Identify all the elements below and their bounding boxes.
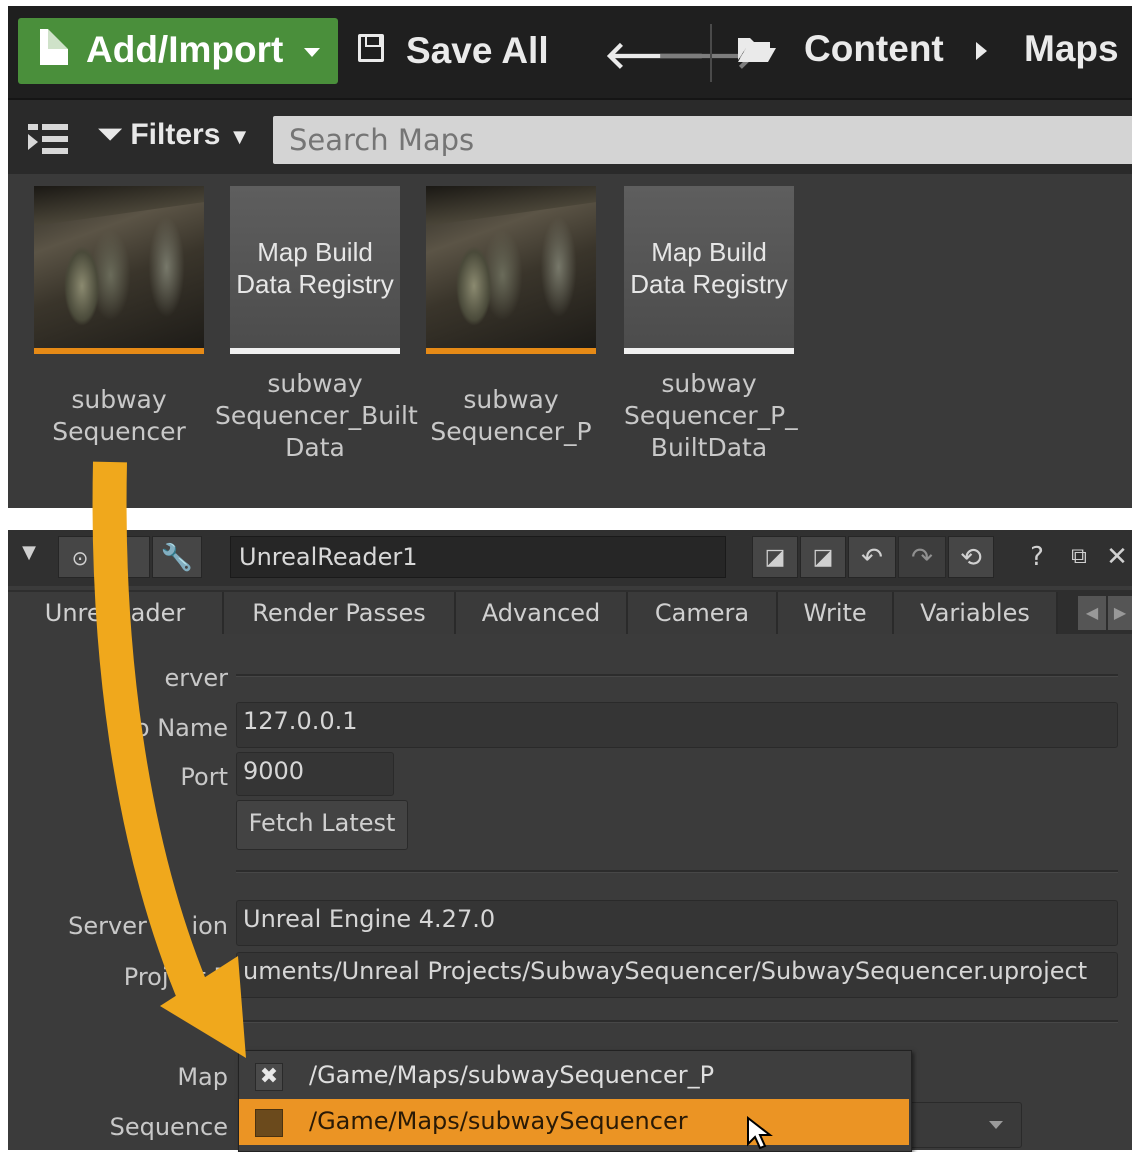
sources-panel-toggle-icon[interactable] bbox=[26, 122, 70, 156]
tab-render-passes[interactable]: Render Passes bbox=[224, 592, 456, 634]
folder-open-icon[interactable] bbox=[736, 34, 776, 64]
tile-color-icon: ◪ bbox=[764, 545, 786, 570]
fetch-latest-button[interactable]: Fetch Latest bbox=[236, 800, 408, 850]
project-path-field: uments/Unreal Projects/SubwaySequencer/S… bbox=[236, 952, 1118, 998]
asset-name: subway Sequencer_P_ BuiltData bbox=[624, 369, 798, 462]
toolbar-divider bbox=[710, 24, 712, 82]
asset-thumbnail bbox=[426, 186, 596, 348]
asset-tile[interactable]: subway Sequencer bbox=[34, 186, 204, 448]
server-section-label: erver bbox=[164, 664, 228, 692]
section-divider bbox=[236, 674, 1118, 677]
asset-tile[interactable]: subway Sequencer_P bbox=[426, 186, 596, 448]
asset-type-strip bbox=[426, 348, 596, 354]
font-color-icon: ◪ bbox=[812, 545, 834, 570]
asset-name: subway Sequencer_Built Data bbox=[215, 369, 418, 462]
close-icon[interactable]: ✕ bbox=[1102, 536, 1132, 578]
collapse-triangle-icon[interactable]: ▼ bbox=[14, 532, 44, 574]
asset-type-strip bbox=[624, 348, 794, 354]
chevron-down-icon: ▼ bbox=[228, 124, 251, 149]
map-option-label: /Game/Maps/subwaySequencer_P bbox=[309, 1061, 715, 1089]
revert-icon: ⟲ bbox=[960, 543, 982, 573]
node-name-field[interactable]: UnrealReader1 bbox=[230, 536, 726, 578]
asset-tile[interactable]: Map Build Data Registry subway Sequencer… bbox=[624, 186, 798, 464]
host-name-label: Ho Name bbox=[116, 714, 228, 742]
tab-variables[interactable]: Variables bbox=[894, 592, 1058, 634]
add-import-label: Add/Import bbox=[86, 29, 284, 70]
tile-color-button[interactable]: ◪ bbox=[752, 536, 798, 578]
filter-funnel-icon: ⏷ bbox=[98, 118, 122, 151]
map-option-highlighted[interactable]: /Game/Maps/subwaySequencer bbox=[239, 1099, 909, 1145]
section-divider bbox=[236, 870, 1118, 873]
search-maps-input[interactable] bbox=[273, 116, 1132, 164]
add-import-button[interactable]: Add/Import bbox=[18, 18, 338, 84]
map-option[interactable]: ✖ /Game/Maps/subwaySequencer_P bbox=[239, 1053, 909, 1099]
tab-write[interactable]: Write bbox=[778, 592, 894, 634]
breadcrumb-content[interactable]: Content bbox=[804, 28, 944, 70]
asset-name: subway Sequencer_P bbox=[430, 385, 592, 446]
redo-button[interactable]: ↷ bbox=[898, 536, 946, 578]
sequence-label: Sequence bbox=[109, 1113, 228, 1141]
map-dropdown-menu: ✖ /Game/Maps/subwaySequencer_P /Game/Map… bbox=[238, 1050, 912, 1152]
tab-camera[interactable]: Camera bbox=[628, 592, 778, 634]
revert-button[interactable]: ⟲ bbox=[948, 536, 994, 578]
wrench-icon: 🔧 bbox=[160, 543, 194, 573]
settings-button[interactable]: 🔧 bbox=[152, 536, 202, 578]
center-node-button[interactable]: ⊙ bbox=[58, 536, 102, 578]
asset-thumbnail: Map Build Data Registry bbox=[230, 186, 400, 348]
tab-unreal-reader[interactable]: Unreal ader bbox=[8, 592, 224, 634]
asset-thumbnail bbox=[34, 186, 204, 348]
section-divider bbox=[236, 1020, 1118, 1023]
properties-tabs: Unreal ader Render Passes Advanced Camer… bbox=[8, 590, 1132, 634]
font-color-button[interactable]: ◪ bbox=[800, 536, 846, 578]
save-icon bbox=[358, 34, 384, 62]
tabs-scroll-left-icon[interactable]: ◀ bbox=[1078, 596, 1106, 630]
filters-label: Filters bbox=[130, 118, 221, 151]
undo-icon: ↶ bbox=[861, 543, 883, 573]
breadcrumb-maps[interactable]: Maps bbox=[1024, 28, 1119, 70]
float-panel-icon[interactable]: ⧉ bbox=[1064, 536, 1094, 578]
help-icon[interactable]: ? bbox=[1022, 536, 1052, 578]
checkbox-unchecked-icon[interactable] bbox=[255, 1109, 283, 1137]
asset-name: subway Sequencer bbox=[52, 385, 186, 446]
mouse-pointer-icon bbox=[747, 1116, 773, 1150]
asset-tile[interactable]: Map Build Data Registry subway Sequencer… bbox=[215, 186, 418, 464]
asset-type-strip bbox=[230, 348, 400, 354]
server-version-field: Unreal Engine 4.27.0 bbox=[236, 900, 1118, 946]
sequence-dropdown[interactable] bbox=[908, 1102, 1022, 1148]
project-path-value: uments/Unreal Projects/SubwaySequencer/S… bbox=[243, 957, 1088, 985]
new-document-icon bbox=[40, 29, 68, 65]
chevron-down-icon bbox=[989, 1121, 1003, 1129]
asset-type-strip bbox=[34, 348, 204, 354]
target-icon: ⊙ bbox=[71, 546, 89, 570]
save-all-label: Save All bbox=[406, 30, 549, 71]
tab-advanced[interactable]: Advanced bbox=[456, 592, 628, 634]
filter-bar: ⏷ Filters ▼ bbox=[8, 100, 1132, 174]
asset-thumbnail: Map Build Data Registry bbox=[624, 186, 794, 348]
properties-header: ▼ ⊙ 🔧 UnrealReader1 ◪ ◪ ↶ ↷ ⟲ ? ⧉ ✕ bbox=[8, 530, 1132, 586]
redo-icon: ↷ bbox=[911, 543, 933, 573]
host-name-field[interactable]: 127.0.0.1 bbox=[236, 702, 1118, 748]
map-option-label: /Game/Maps/subwaySequencer bbox=[309, 1107, 688, 1135]
server-version-label: Server Ve ion bbox=[68, 912, 228, 940]
tabs-scroll-right-icon[interactable]: ▶ bbox=[1108, 596, 1132, 630]
port-field[interactable]: 9000 bbox=[236, 752, 394, 796]
port-label: Port bbox=[180, 763, 228, 791]
undo-button[interactable]: ↶ bbox=[848, 536, 896, 578]
breadcrumb-separator-icon[interactable] bbox=[976, 42, 987, 60]
content-browser: Add/Import Save All 🡐 🡒 Content Maps ⏷ F… bbox=[8, 6, 1132, 508]
color-swatch-button[interactable] bbox=[104, 536, 150, 578]
project-path-label: Project P bbox=[123, 963, 228, 991]
content-browser-toolbar: Add/Import Save All 🡐 🡒 Content Maps bbox=[8, 6, 1132, 100]
filters-button[interactable]: ⏷ Filters ▼ bbox=[98, 118, 251, 152]
chevron-down-icon bbox=[304, 48, 320, 57]
checkbox-checked-icon[interactable]: ✖ bbox=[255, 1063, 283, 1091]
map-label: Map bbox=[177, 1063, 228, 1091]
